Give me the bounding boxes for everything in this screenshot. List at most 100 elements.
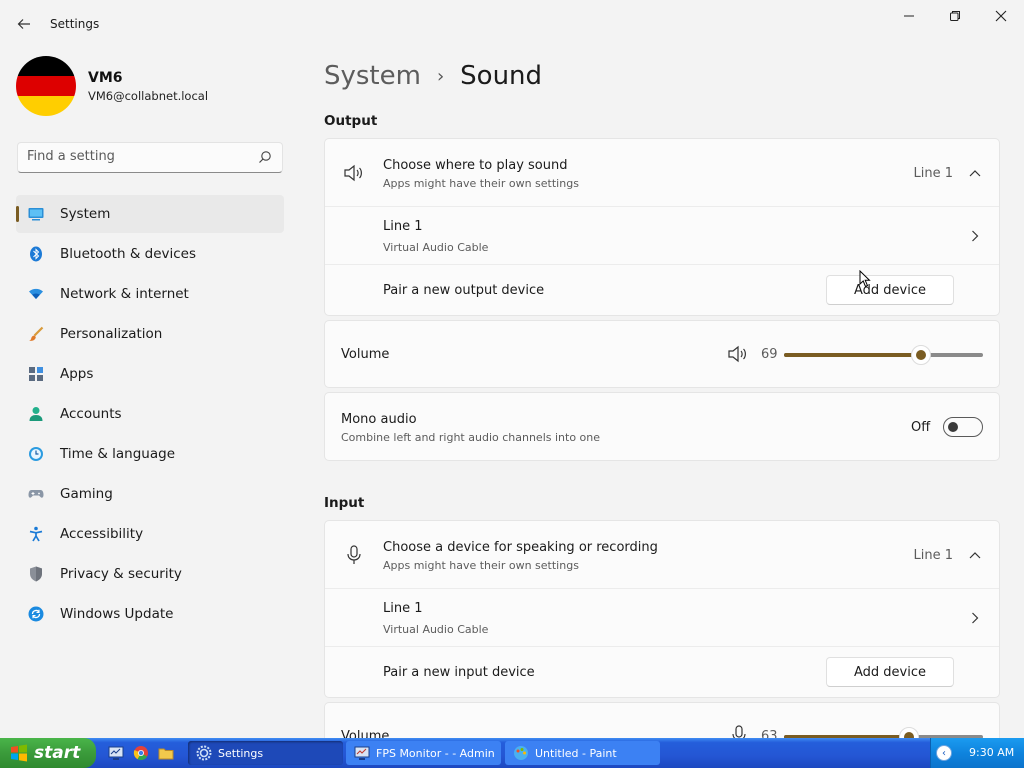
sidebar-item-accessibility[interactable]: Accessibility <box>16 515 284 553</box>
sidebar-item-label: Accessibility <box>60 526 144 542</box>
output-volume-label: Volume <box>341 347 390 362</box>
microphone-icon <box>343 544 365 566</box>
output-pair-row: Pair a new output device Add device <box>325 265 999 315</box>
add-input-device-button[interactable]: Add device <box>826 657 954 687</box>
app-title: Settings <box>50 17 100 31</box>
mouse-cursor-icon <box>859 270 871 288</box>
input-choose-subtitle: Apps might have their own settings <box>383 559 579 572</box>
clock-icon <box>28 446 44 462</box>
taskbar-item-fps-monitor[interactable]: FPS Monitor - - Admin <box>346 741 501 765</box>
sidebar-item-apps[interactable]: Apps <box>16 355 284 393</box>
search-input[interactable] <box>27 149 247 164</box>
chevron-right-icon: › <box>436 65 445 87</box>
maximize-button[interactable] <box>932 6 978 26</box>
user-profile: VM6 VM6@collabnet.local <box>16 56 208 116</box>
avatar[interactable] <box>16 56 76 116</box>
gamepad-icon <box>28 486 44 502</box>
sidebar-item-privacy-security[interactable]: Privacy & security <box>16 555 284 593</box>
sidebar-item-accounts[interactable]: Accounts <box>16 395 284 433</box>
sidebar-item-personalization[interactable]: Personalization <box>16 315 284 353</box>
sidebar-item-label: Windows Update <box>60 606 174 622</box>
sidebar-item-network[interactable]: Network & internet <box>16 275 284 313</box>
sidebar-item-label: Personalization <box>60 326 163 342</box>
windows-flag-icon <box>11 744 27 762</box>
sidebar-item-label: Gaming <box>60 486 113 502</box>
output-device-row[interactable]: Line 1 Virtual Audio Cable <box>325 207 999 265</box>
minimize-button[interactable] <box>886 6 932 26</box>
restore-icon <box>950 11 960 21</box>
wifi-icon <box>28 286 44 302</box>
sidebar-item-label: Time & language <box>60 446 176 462</box>
system-icon <box>28 206 44 222</box>
output-device-card: Choose where to play sound Apps might ha… <box>324 138 1000 316</box>
taskbar-item-label: Untitled - Paint <box>535 746 617 760</box>
output-choose-row[interactable]: Choose where to play sound Apps might ha… <box>325 139 999 207</box>
output-pair-title: Pair a new output device <box>383 283 545 298</box>
taskbar-item-label: Settings <box>218 746 264 760</box>
sidebar-nav: System Bluetooth & devices Network & int… <box>16 195 284 635</box>
close-icon <box>995 10 1007 22</box>
chevron-right-icon[interactable] <box>967 610 983 626</box>
mono-audio-toggle[interactable] <box>943 417 983 437</box>
sidebar-item-gaming[interactable]: Gaming <box>16 475 284 513</box>
microphone-icon[interactable] <box>731 725 747 738</box>
paint-icon <box>514 746 528 760</box>
input-choose-row[interactable]: Choose a device for speaking or recordin… <box>325 521 999 589</box>
speaker-icon[interactable] <box>727 345 749 367</box>
input-pair-row: Pair a new input device Add device <box>325 647 999 697</box>
sidebar-item-time-language[interactable]: Time & language <box>16 435 284 473</box>
taskbar-item-settings[interactable]: Settings <box>188 741 343 765</box>
breadcrumb-parent[interactable]: System <box>324 61 421 91</box>
sidebar-item-label: Privacy & security <box>60 566 182 582</box>
output-choose-title: Choose where to play sound <box>383 158 568 173</box>
taskbar-item-paint[interactable]: Untitled - Paint <box>505 741 660 765</box>
input-volume-card: Volume 63 <box>324 702 1000 738</box>
output-choose-subtitle: Apps might have their own settings <box>383 177 579 190</box>
output-volume-slider[interactable] <box>784 345 983 365</box>
input-device-subtitle: Virtual Audio Cable <box>383 623 489 636</box>
add-output-device-button[interactable]: Add device <box>826 275 954 305</box>
mono-audio-subtitle: Combine left and right audio channels in… <box>341 431 601 444</box>
slider-thumb[interactable] <box>911 345 931 365</box>
input-device-card: Choose a device for speaking or recordin… <box>324 520 1000 698</box>
chevron-right-icon[interactable] <box>967 228 983 244</box>
search-box <box>17 142 283 173</box>
input-device-row[interactable]: Line 1 Virtual Audio Cable <box>325 589 999 647</box>
input-device-title: Line 1 <box>383 601 423 616</box>
taskbar-item-label: FPS Monitor - - Admin <box>376 746 495 760</box>
output-volume-value: 69 <box>761 347 778 362</box>
close-button[interactable] <box>978 6 1024 26</box>
chrome-icon[interactable] <box>133 745 149 761</box>
accounts-icon <box>28 406 44 422</box>
sidebar-item-system[interactable]: System <box>16 195 284 233</box>
output-volume-card: Volume 69 <box>324 320 1000 388</box>
chevron-up-icon[interactable] <box>967 165 983 181</box>
sidebar-item-windows-update[interactable]: Windows Update <box>16 595 284 633</box>
shield-icon <box>28 566 44 582</box>
output-device-title: Line 1 <box>383 219 423 234</box>
minimize-icon <box>904 15 914 17</box>
system-tray: ‹ 9:30 AM <box>930 738 1024 768</box>
slider-thumb[interactable] <box>899 727 919 738</box>
search-icon[interactable] <box>258 150 272 164</box>
toggle-knob <box>948 422 958 432</box>
folder-icon[interactable] <box>158 745 174 761</box>
input-selected-device: Line 1 <box>913 548 954 563</box>
sidebar-item-label: Apps <box>60 366 94 382</box>
profile-name: VM6 <box>88 69 123 86</box>
back-button[interactable] <box>14 14 34 34</box>
clock[interactable]: 9:30 AM <box>969 746 1014 759</box>
apps-icon <box>28 366 44 382</box>
sidebar-item-label: Network & internet <box>60 286 189 302</box>
brush-icon <box>28 326 44 342</box>
chevron-up-icon[interactable] <box>967 547 983 563</box>
accessibility-icon <box>28 526 44 542</box>
start-button[interactable]: start <box>0 738 96 768</box>
quick-launch-monitor-icon[interactable] <box>108 745 124 761</box>
sidebar-item-label: System <box>60 206 111 222</box>
output-section-title: Output <box>324 113 378 129</box>
back-arrow-icon <box>17 19 30 29</box>
input-choose-title: Choose a device for speaking or recordin… <box>383 540 658 555</box>
chevron-left-icon[interactable]: ‹ <box>936 745 952 761</box>
sidebar-item-bluetooth[interactable]: Bluetooth & devices <box>16 235 284 273</box>
